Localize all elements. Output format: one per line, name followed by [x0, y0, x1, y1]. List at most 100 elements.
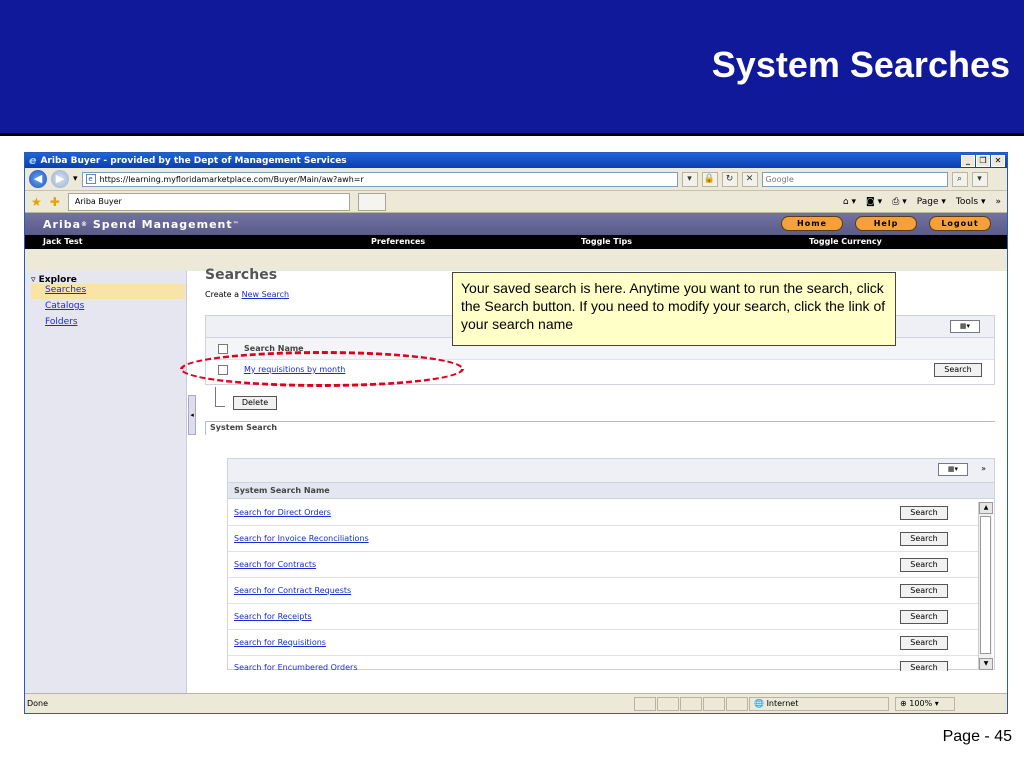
address-text: https://learning.myfloridamarketplace.co… — [99, 174, 364, 184]
select-all-checkbox[interactable] — [218, 344, 228, 354]
slide-title: System Searches — [711, 44, 1010, 85]
table-options-icon[interactable]: ▦▾ — [938, 463, 968, 476]
status-cell — [703, 696, 726, 711]
table-row: Search for Receipts Search — [228, 604, 978, 630]
table-row: Search for Direct Orders Search — [228, 500, 978, 526]
back-button[interactable]: ◀ — [29, 170, 47, 188]
search-button[interactable]: Search — [900, 661, 948, 671]
system-search-link[interactable]: Search for Requisitions — [234, 638, 326, 647]
ie-logo-icon: e — [29, 154, 37, 167]
sidebar-item-searches[interactable]: Searches — [45, 285, 86, 295]
status-cell — [634, 696, 657, 711]
search-icon[interactable]: ⌕ — [951, 171, 968, 187]
print-icon[interactable]: ⎙ ▾ — [892, 197, 907, 207]
nav-toggle-tips[interactable]: Toggle Tips — [581, 237, 632, 246]
table-row: Search for Encumbered Orders Search — [228, 655, 978, 671]
search-button[interactable]: Search — [900, 636, 948, 650]
search-button[interactable]: Search — [900, 532, 948, 546]
search-input[interactable]: Google — [761, 171, 948, 187]
status-cell — [680, 696, 703, 711]
status-cell — [726, 696, 749, 711]
tab-label: Ariba Buyer — [74, 196, 122, 206]
system-search-link[interactable]: Search for Contract Requests — [234, 586, 351, 595]
tools-menu[interactable]: Tools ▾ — [956, 197, 986, 207]
create-search-line: Create a New Search — [205, 290, 290, 299]
zoom-icon: ⊕ — [900, 698, 907, 708]
new-tab-button[interactable] — [357, 192, 386, 211]
nav-preferences[interactable]: Preferences — [371, 237, 425, 246]
page-menu[interactable]: Page ▾ — [917, 197, 946, 207]
run-search-button[interactable]: Search — [934, 363, 982, 377]
system-table-toolbar: ▦▾ » — [228, 459, 994, 483]
delete-button[interactable]: Delete — [233, 396, 277, 410]
status-cells — [634, 696, 749, 711]
status-bar: Done 🌐 Internet ⊕ 100% ▾ — [25, 693, 1007, 713]
help-button[interactable]: Help — [855, 216, 917, 231]
system-search-link[interactable]: Search for Direct Orders — [234, 508, 331, 517]
sidebar: ▿ Explore Searches Catalogs Folders — [25, 271, 187, 695]
table-row: Search for Requisitions Search — [228, 630, 978, 656]
system-search-heading: System Search — [205, 421, 995, 435]
system-search-link[interactable]: Search for Invoice Reconciliations — [234, 534, 369, 543]
globe-icon: 🌐 — [754, 698, 765, 708]
system-search-link[interactable]: Search for Contracts — [234, 560, 316, 569]
table-row: Search for Invoice Reconciliations Searc… — [228, 526, 978, 552]
browser-window: e Ariba Buyer - provided by the Dept of … — [24, 152, 1008, 714]
navigation-bar: ◀ ▶ ▾ e https://learning.myfloridamarket… — [25, 168, 1007, 191]
user-name: Jack Test — [43, 237, 83, 246]
search-button[interactable]: Search — [900, 584, 948, 598]
stop-icon[interactable]: ✕ — [741, 171, 758, 187]
new-search-link[interactable]: New Search — [242, 290, 289, 299]
logout-button[interactable]: Logout — [929, 216, 991, 231]
brand-suffix: Spend Management — [92, 217, 233, 231]
favorites-bar: ★ ✚ Ariba Buyer ⌂ ▾ ◙ ▾ ⎙ ▾ Page ▾ Tools… — [25, 191, 1007, 213]
browser-tab[interactable]: Ariba Buyer — [67, 192, 350, 211]
search-button[interactable]: Search — [900, 558, 948, 572]
delete-bracket — [215, 387, 225, 407]
page-icon: e — [85, 174, 96, 184]
table-row: Search for Contracts Search — [228, 552, 978, 578]
window-title: Ariba Buyer - provided by the Dept of Ma… — [40, 155, 347, 166]
address-bar[interactable]: e https://learning.myfloridamarketplace.… — [81, 171, 678, 187]
zoom-control[interactable]: ⊕ 100% ▾ — [895, 696, 956, 711]
home-icon[interactable]: ⌂ ▾ — [843, 197, 856, 207]
forward-button[interactable]: ▶ — [51, 170, 69, 188]
refresh-icon[interactable]: ↻ — [721, 171, 738, 187]
sidebar-item-folders[interactable]: Folders — [45, 317, 78, 327]
feeds-icon[interactable]: ◙ ▾ — [866, 197, 882, 207]
system-search-table: ▦▾ » System Search Name Search for Direc… — [227, 458, 995, 671]
sidebar-item-catalogs[interactable]: Catalogs — [45, 301, 84, 311]
search-button[interactable]: Search — [900, 610, 948, 624]
history-dropdown-icon[interactable]: ▾ — [73, 174, 78, 184]
highlight-ellipse — [180, 351, 464, 387]
table-scrollbar[interactable]: ▲ ▼ — [978, 502, 993, 670]
callout-box: Your saved search is here. Anytime you w… — [452, 272, 896, 346]
ariba-header: Ariba ® Spend Management ™ Home Help Logou… — [25, 213, 1007, 235]
user-bar: Jack Test Preferences Toggle Tips Toggle… — [25, 235, 1007, 249]
table-row: Search for Contract Requests Search — [228, 578, 978, 604]
close-button[interactable]: ✕ — [991, 154, 1005, 167]
home-button[interactable]: Home — [781, 216, 843, 231]
nav-toggle-currency[interactable]: Toggle Currency — [809, 237, 882, 246]
address-dropdown-icon[interactable]: ▾ — [681, 171, 698, 187]
status-cell — [657, 696, 680, 711]
lock-icon[interactable]: 🔒 — [701, 171, 718, 187]
system-search-link[interactable]: Search for Encumbered Orders — [234, 663, 358, 671]
collapse-sidebar-handle[interactable]: ◂ — [188, 395, 196, 435]
page-title: Searches — [205, 267, 278, 283]
scroll-up-icon[interactable]: ▲ — [979, 502, 993, 514]
add-favorite-icon[interactable]: ✚ — [50, 195, 60, 209]
favorites-star-icon[interactable]: ★ — [31, 195, 42, 209]
restore-button[interactable]: ❐ — [976, 154, 990, 167]
search-button[interactable]: Search — [900, 506, 948, 520]
search-dropdown-icon[interactable]: ▾ — [971, 171, 988, 187]
table-options-icon[interactable]: ▦▾ — [950, 320, 980, 333]
security-zone[interactable]: 🌐 Internet — [749, 696, 890, 711]
system-search-link[interactable]: Search for Receipts — [234, 612, 312, 621]
collapse-icon[interactable]: » — [981, 464, 986, 473]
scroll-down-icon[interactable]: ▼ — [979, 658, 993, 670]
chevron-right-icon[interactable]: » — [995, 197, 1001, 207]
window-titlebar: e Ariba Buyer - provided by the Dept of … — [25, 153, 1007, 168]
scroll-thumb[interactable] — [980, 516, 991, 654]
minimize-button[interactable]: _ — [961, 154, 975, 167]
